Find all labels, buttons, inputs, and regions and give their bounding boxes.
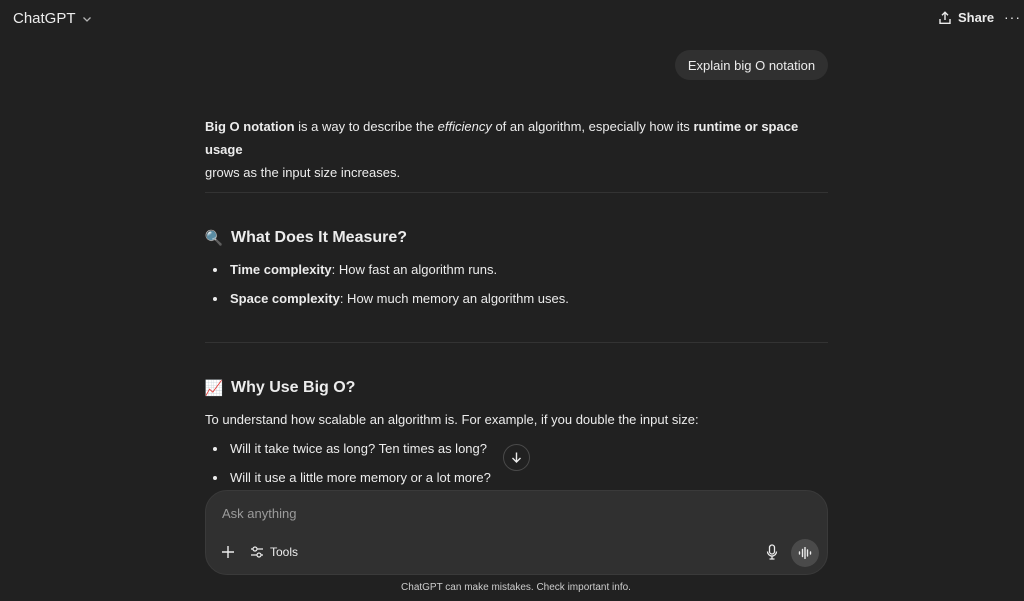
composer: Tools: [205, 490, 828, 575]
bullet-icon: [213, 475, 217, 480]
tools-button[interactable]: Tools: [250, 543, 298, 561]
section-paragraph: To understand how scalable an algorithm …: [205, 412, 699, 427]
user-message-text: Explain big O notation: [687, 57, 816, 73]
list-item-term: Space complexity: [230, 291, 340, 306]
plus-icon: [222, 546, 234, 558]
intro-text-1: is a way to describe the: [294, 119, 438, 134]
magnifier-icon: 🔍: [204, 230, 224, 247]
dictate-button[interactable]: [764, 543, 780, 561]
user-message-bubble: Explain big O notation: [675, 50, 828, 80]
prompt-input[interactable]: [222, 503, 812, 523]
arrow-down-icon: [512, 452, 521, 463]
more-options-button[interactable]: ···: [1004, 9, 1021, 25]
share-label: Share: [958, 10, 995, 25]
list-item-term: Time complexity: [230, 262, 332, 277]
section-heading-why: 📈 Why Use Big O?: [204, 379, 356, 397]
attach-button[interactable]: [219, 543, 237, 561]
scroll-to-bottom-button[interactable]: [503, 444, 530, 471]
more-dots-icon: ···: [1004, 9, 1021, 25]
model-label: ChatGPT: [13, 10, 76, 27]
disclaimer-text: ChatGPT can make mistakes. Check importa…: [401, 582, 631, 593]
intro-text-3: grows as the input size increases.: [205, 165, 401, 180]
section-heading-text: Why Use Big O?: [231, 379, 356, 396]
divider: [205, 192, 828, 193]
intro-text-2: of an algorithm, especially how its: [491, 119, 694, 134]
sliders-icon: [251, 546, 263, 558]
section-heading-measure: 🔍 What Does It Measure?: [205, 229, 407, 247]
chart-increasing-icon: 📈: [204, 380, 224, 397]
bullet-icon: [213, 446, 217, 451]
list-item: Time complexity : How fast an algorithm …: [213, 262, 497, 277]
list-item: Will it take twice as long? Ten times as…: [213, 441, 487, 456]
list-item-text: Will it use a little more memory or a lo…: [230, 470, 491, 485]
list-item: Space complexity : How much memory an al…: [213, 291, 569, 306]
bullet-icon: [213, 296, 217, 301]
voice-waveform-icon: [798, 547, 812, 559]
bullet-icon: [213, 267, 217, 272]
model-switcher[interactable]: ChatGPT: [13, 10, 92, 27]
top-bar: ChatGPT Share ···: [0, 0, 1024, 40]
intro-term: Big O notation: [205, 119, 295, 134]
list-item: Will it use a little more memory or a lo…: [213, 470, 491, 485]
chevron-down-icon: [82, 16, 91, 22]
section-heading-text: What Does It Measure?: [231, 229, 408, 246]
tools-label: Tools: [270, 545, 299, 559]
list-item-desc: : How much memory an algorithm uses.: [339, 291, 569, 306]
list-item-desc: : How fast an algorithm runs.: [331, 262, 498, 277]
divider: [205, 342, 828, 343]
list-item-text: Will it take twice as long? Ten times as…: [230, 441, 487, 456]
share-icon: [939, 10, 951, 24]
intro-emphasis: efficiency: [437, 119, 492, 134]
microphone-icon: [766, 544, 778, 560]
share-button[interactable]: Share: [938, 10, 994, 25]
intro-paragraph: Big O notation is a way to describe the …: [205, 115, 828, 184]
voice-mode-button[interactable]: [791, 539, 819, 567]
